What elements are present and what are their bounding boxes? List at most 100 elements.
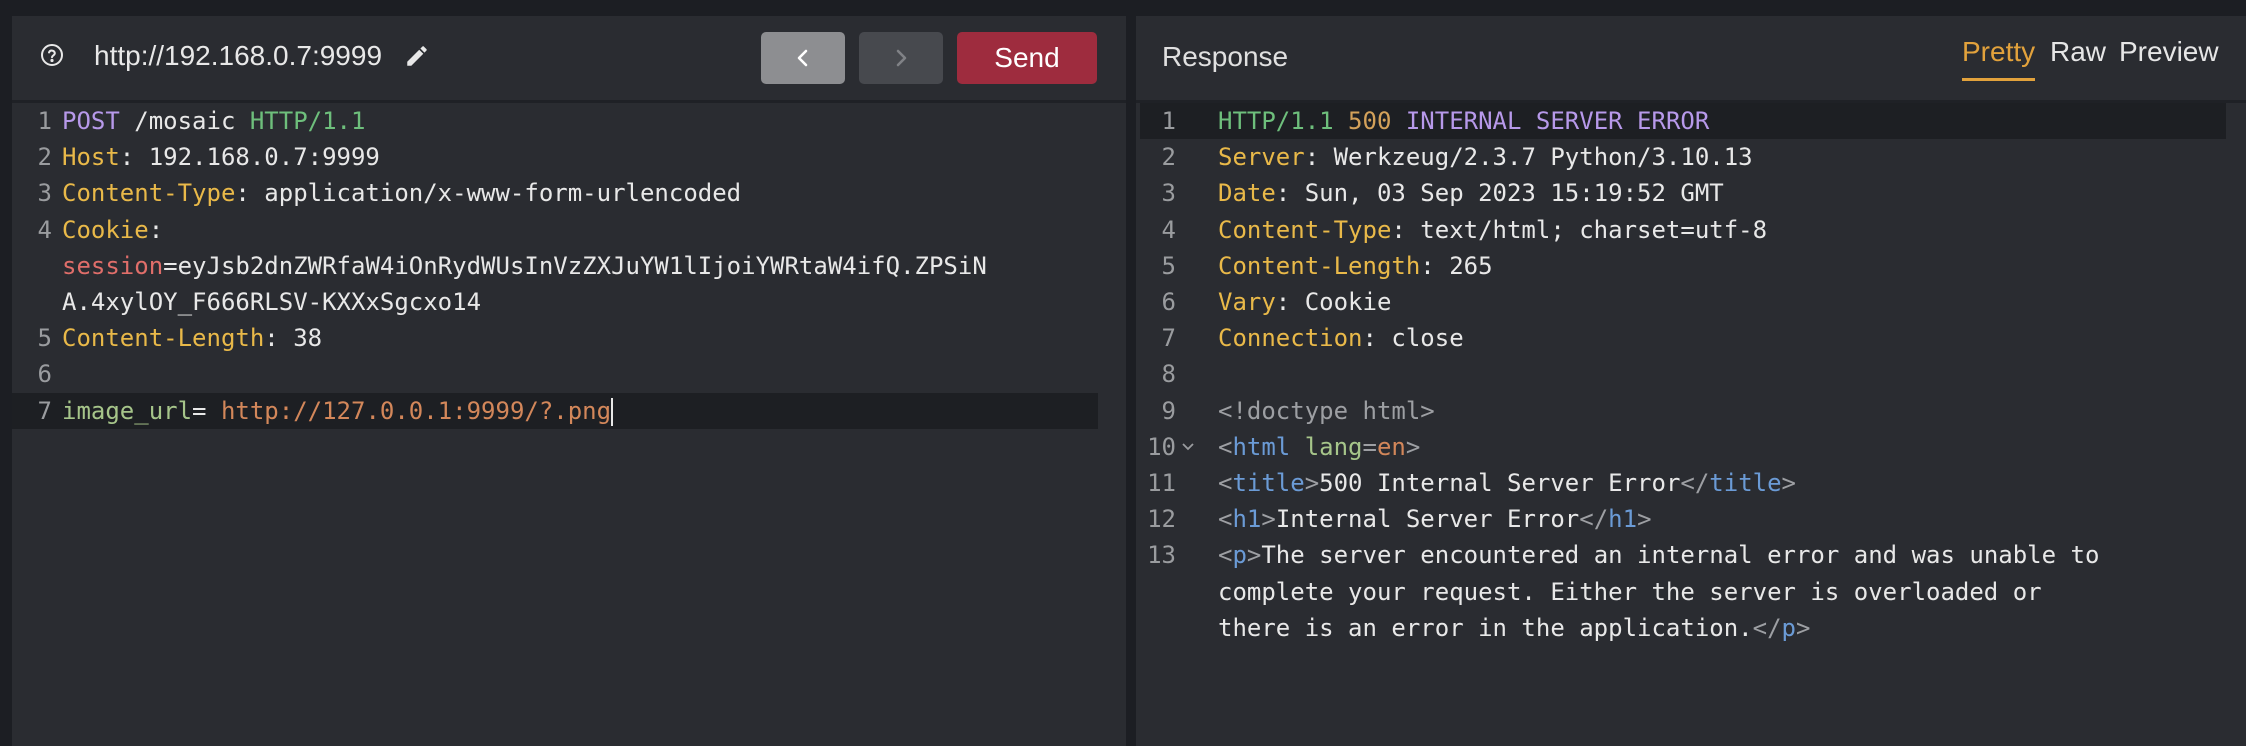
code-token: : close: [1362, 324, 1464, 353]
request-panel: http://192.168.0.7:9999 Send 1 POST /mosa…: [12, 16, 1126, 746]
code-text: complete your request. Either the server…: [1218, 574, 2042, 610]
code-text: <h1>Internal Server Error</h1>: [1218, 501, 1652, 537]
code-line: there is an error in the application.</p…: [1136, 610, 2246, 646]
code-text: Content-Length: 38: [62, 320, 322, 356]
code-token: Content-Type: [62, 179, 236, 208]
code-text: Date: Sun, 03 Sep 2023 15:19:52 GMT: [1218, 175, 1724, 211]
code-line: session=eyJsb2dnZWRfaW4iOnRydWUsInVzZXJu…: [12, 248, 1126, 284]
request-editor[interactable]: 1 POST /mosaic HTTP/1.1 2 Host: 192.168.0.7…: [12, 103, 1126, 746]
code-token: =: [1362, 432, 1377, 461]
code-token: A.4xylOY_F666RLSV-KXXxSgcxo14: [62, 288, 482, 316]
line-number: 9: [1161, 396, 1176, 425]
target-url[interactable]: http://192.168.0.7:9999: [94, 38, 382, 74]
code-line: 5 Content-Length: 265: [1136, 248, 2246, 284]
code-text: Server: Werkzeug/2.3.7 Python/3.10.13: [1218, 139, 1753, 175]
code-token: >: [1405, 432, 1421, 461]
code-text: A.4xylOY_F666RLSV-KXXxSgcxo14: [62, 284, 481, 320]
code-text: <p>The server encountered an internal er…: [1218, 537, 2099, 573]
line-number: 6: [1161, 288, 1176, 316]
help-icon[interactable]: [40, 43, 64, 67]
code-line: A.4xylOY_F666RLSV-KXXxSgcxo14: [12, 284, 1126, 320]
response-title: Response: [1162, 41, 1289, 72]
line-number: 6: [37, 360, 52, 389]
code-line: 10 <html lang=en>: [1136, 429, 2246, 465]
line-number: 3: [37, 179, 52, 208]
code-line: 7 image_url= http://127.0.0.1:9999/?.png: [12, 393, 1126, 429]
text-caret: [611, 397, 614, 426]
line-number: 2: [1161, 143, 1176, 172]
code-token: Content-Length: [1218, 251, 1421, 280]
code-text: Cookie:: [62, 212, 163, 248]
line-number: 10: [1147, 432, 1176, 461]
tab-preview[interactable]: Preview: [2119, 34, 2219, 70]
code-token: h1: [1608, 505, 1638, 534]
code-text: Content-Length: 265: [1218, 248, 1493, 284]
code-token: Host: [62, 143, 120, 172]
code-token: Date: [1218, 179, 1276, 208]
code-token: >: [1246, 541, 1262, 570]
line-number: 5: [37, 324, 52, 353]
line-number: 1: [1161, 107, 1176, 135]
code-token: </: [1579, 505, 1609, 534]
code-text: POST /mosaic HTTP/1.1: [62, 103, 365, 139]
code-line: 7 Connection: close: [1136, 320, 2246, 356]
code-text: Content-Type: text/html; charset=utf-8: [1218, 212, 1767, 248]
line-number: 4: [37, 215, 52, 244]
code-line: 6 Vary: Cookie: [1136, 284, 2246, 320]
code-text: there is an error in the application.</p…: [1218, 610, 1810, 646]
code-token: Cookie: [62, 215, 149, 244]
chevron-left-icon: [797, 49, 808, 67]
tab-raw[interactable]: Raw: [2050, 34, 2106, 70]
code-line: 11 <title>500 Internal Server Error</titl…: [1136, 465, 2246, 501]
code-token: session: [62, 251, 164, 280]
line-number: 8: [1161, 360, 1176, 389]
forward-button[interactable]: [859, 32, 943, 84]
code-token: The server encountered an internal error…: [1261, 541, 2100, 570]
code-line: 2 Host: 192.168.0.7:9999: [12, 139, 1126, 175]
send-button[interactable]: Send: [957, 32, 1097, 84]
code-line: 4 Cookie:: [12, 212, 1126, 248]
line-number: 1: [37, 107, 52, 135]
edit-pencil-icon[interactable]: [404, 43, 430, 69]
code-token: Connection: [1218, 324, 1363, 353]
code-token: </: [1752, 613, 1782, 642]
code-text: Host: 192.168.0.7:9999: [62, 139, 380, 175]
code-text: Connection: close: [1218, 320, 1464, 356]
code-token: p: [1232, 541, 1247, 570]
code-line: 9 <!doctype html>: [1136, 393, 2246, 429]
code-token: : 265: [1420, 251, 1493, 280]
response-viewer[interactable]: 1 HTTP/1.1 500 INTERNAL SERVER ERROR 2 Serv…: [1136, 103, 2246, 746]
line-number: 2: [37, 143, 52, 172]
code-token: >: [1795, 613, 1811, 642]
code-text: image_url= http://127.0.0.1:9999/?.png: [62, 393, 614, 429]
code-token: </: [1680, 469, 1710, 497]
code-text: <title>500 Internal Server Error</title>: [1218, 465, 1796, 501]
line-number: 3: [1161, 179, 1176, 208]
code-line: 1 POST /mosaic HTTP/1.1: [12, 103, 1126, 139]
code-token: >: [1637, 505, 1652, 534]
code-token: Content-Type: [1218, 215, 1392, 244]
code-token: 500 Internal Server Error: [1319, 469, 1681, 497]
code-token: =: [192, 396, 221, 425]
code-token: title: [1709, 469, 1782, 497]
code-token: /mosaic: [119, 107, 250, 135]
back-button[interactable]: [761, 32, 845, 84]
code-text: Content-Type: application/x-www-form-url…: [62, 175, 741, 211]
fold-chevron-icon[interactable]: [1182, 443, 1194, 451]
code-token: Server: [1218, 143, 1305, 172]
code-token: <: [1218, 469, 1233, 497]
line-number: 4: [1161, 215, 1176, 244]
code-line: 3 Date: Sun, 03 Sep 2023 15:19:52 GMT: [1136, 175, 2246, 211]
tab-pretty[interactable]: Pretty: [1962, 34, 2036, 81]
code-token: : 192.168.0.7:9999: [119, 143, 380, 172]
code-token: >: [1304, 469, 1320, 497]
request-toolbar: http://192.168.0.7:9999 Send: [12, 16, 1126, 103]
code-line: 12 <h1>Internal Server Error</h1>: [1136, 501, 2246, 537]
code-line: 3 Content-Type: application/x-www-form-ur…: [12, 175, 1126, 211]
code-token: POST: [62, 107, 120, 135]
code-line: 5 Content-Length: 38: [12, 320, 1126, 356]
chevron-right-icon: [896, 49, 907, 67]
code-token: there is an error in the application.: [1218, 613, 1753, 642]
